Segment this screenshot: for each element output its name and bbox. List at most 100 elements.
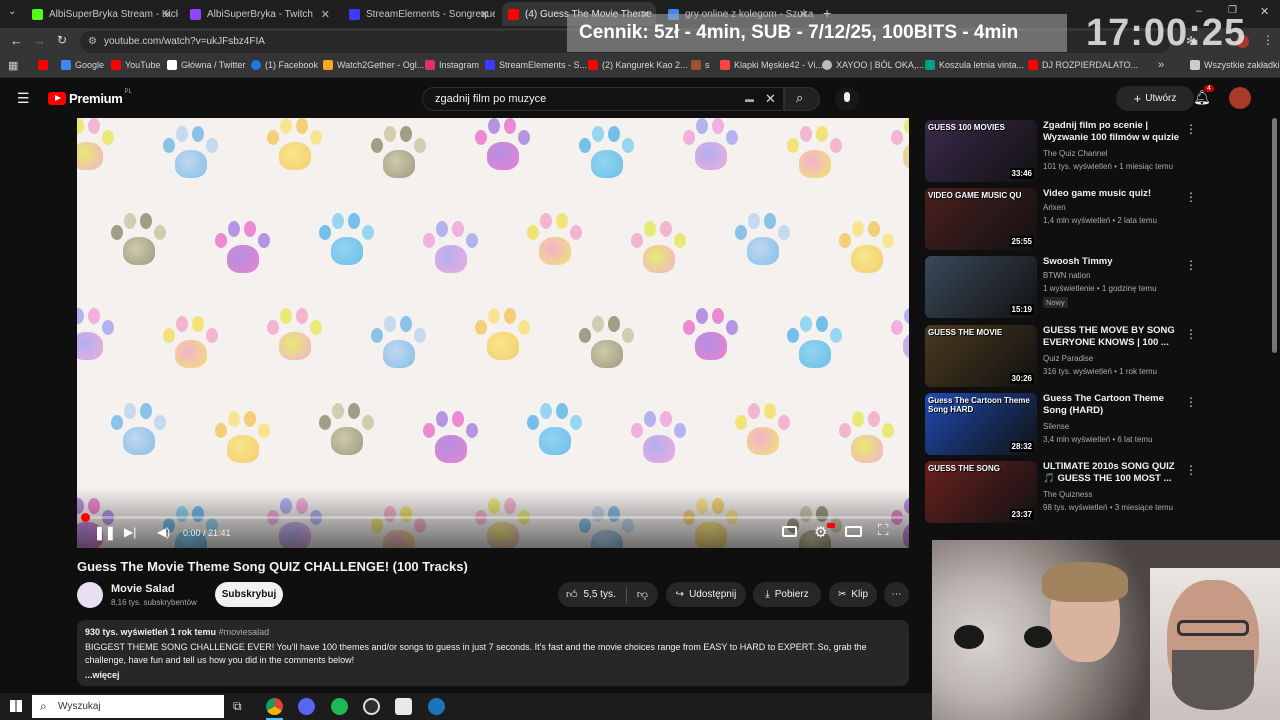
bookmark-dj[interactable]: DJ ROZPIERDALATO... [1028,60,1138,70]
recommendation-channel[interactable]: BTWN nation [1043,271,1091,280]
recommendation-title[interactable]: GUESS THE MOVE BY SONG EVERYONE KNOWS | … [1043,325,1183,349]
channel-name[interactable]: Movie Salad [111,583,175,595]
dislike-button[interactable]: 👎︎ [637,588,648,601]
more-vert-icon[interactable]: ⋮ [1185,327,1197,341]
apps-grid-icon[interactable]: ▦ [8,59,18,72]
recommendation-item[interactable]: VIDEO GAME MUSIC QU 25:55 Video game music… [925,188,1215,252]
tab-search-chevron-icon[interactable]: ⌄ [8,6,16,17]
bookmark-koszula[interactable]: Koszula letnia vinta... [925,60,1024,70]
reload-icon[interactable]: ↻ [57,33,67,47]
tab-twitch[interactable]: AlbiSuperBryka - Twitch ✕ [184,2,336,26]
show-more-link[interactable]: ...więcej [85,669,901,682]
recommendation-title[interactable]: ULTIMATE 2010s SONG QUIZ 🎵 GUESS THE 100… [1043,461,1183,485]
voice-search-button[interactable] [835,87,859,111]
menu-kebab-icon[interactable]: ⋮ [1262,33,1274,47]
back-arrow-icon[interactable]: ← [10,33,23,48]
recommendation-item[interactable]: Guess The Cartoon Theme Song HARD 28:32 Gu… [925,393,1215,457]
bookmark-kangurek[interactable]: (2) Kangurek Kao 2... [588,60,688,70]
recommendation-channel[interactable]: Silense [1043,422,1069,431]
shield-app-icon[interactable] [395,698,412,715]
obs-icon[interactable] [363,698,380,715]
close-tab-icon[interactable]: ✕ [321,8,330,21]
subscribe-button[interactable]: Subskrybuj [215,582,283,607]
theater-mode-icon[interactable] [845,526,862,537]
bookmark-streamelements[interactable]: StreamElements - S... [485,60,587,70]
sidebar-scrollbar[interactable] [1272,118,1277,353]
video-player[interactable] [77,118,909,548]
spotify-icon[interactable] [331,698,348,715]
more-vert-icon[interactable]: ⋮ [1185,122,1197,136]
bookmark-xayoo[interactable]: XAYOO | BÓL OKA,... [822,60,924,70]
notifications-button[interactable]: 🔔︎ 4 [1193,85,1214,107]
bookmark-facebook[interactable]: (1) Facebook [251,60,318,70]
recommendation-title[interactable]: Swoosh Timmy [1043,256,1183,268]
youtube-premium-logo[interactable]: Premium PL [48,89,132,106]
more-vert-icon[interactable]: ⋮ [1185,190,1197,204]
bookmark-s[interactable]: s [691,60,710,70]
bookmark-watch2gether[interactable]: Watch2Gether - Ogl... [323,60,424,70]
tab-kick[interactable]: AlbiSuperBryka Stream - Kick D ✕ [26,2,178,26]
pause-icon[interactable]: ❚❚ [94,525,116,541]
channel-avatar[interactable] [77,582,103,608]
progress-bar[interactable] [83,516,903,519]
bookmark-google[interactable]: Google [61,60,104,70]
more-bookmarks-chevron-icon[interactable]: » [1158,59,1164,71]
recommendation-item[interactable]: GUESS 100 MOVIES 33:46 Zgadnij film po sce… [925,120,1215,184]
forward-arrow-icon[interactable]: → [33,33,46,48]
close-tab-icon[interactable]: ✕ [163,8,172,21]
recommendation-channel[interactable]: The Quizness [1043,490,1092,499]
clip-button[interactable]: ✂ Klip [829,582,877,607]
steam-icon[interactable] [428,698,445,715]
windows-start-icon[interactable] [10,700,22,712]
discord-icon[interactable] [298,698,315,715]
hashtag-link[interactable]: #moviesalad [219,627,270,637]
description-box[interactable]: 930 tys. wyświetleń 1 rok temu #moviesal… [77,620,909,686]
bookmark-twitter[interactable]: Główna / Twitter [167,60,245,70]
more-vert-icon[interactable]: ⋮ [1185,258,1197,272]
progress-scrubber[interactable] [81,513,90,522]
close-tab-icon[interactable]: ✕ [480,8,489,21]
video-thumbnail[interactable]: 15:19 [925,256,1037,318]
like-button[interactable]: 👍︎ 5,5 tys. [558,588,616,601]
bookmark-klapki[interactable]: Klapki Męskie42 - Vi... [720,60,823,70]
close-window-icon[interactable]: ✕ [1260,5,1269,18]
search-button[interactable]: ⌕ [784,87,820,111]
recommendation-channel[interactable]: The Quiz Channel [1043,149,1107,158]
recommendation-channel[interactable]: Quiz Paradise [1043,354,1093,363]
recommendation-channel[interactable]: Arixen [1043,203,1066,212]
more-vert-icon[interactable]: ⋮ [1185,463,1197,477]
share-button[interactable]: ↪ Udostępnij [666,582,746,607]
recommendation-item[interactable]: GUESS THE SONG 23:37 ULTIMATE 2010s SONG Q… [925,461,1215,525]
recommendation-title[interactable]: Video game music quiz! [1043,188,1183,200]
bookmark-youtube[interactable]: YouTube [111,60,160,70]
keyboard-icon[interactable]: ▬ [745,88,754,110]
recommendation-item[interactable]: GUESS THE MOVIE 30:26 GUESS THE MOVE BY SO… [925,325,1215,389]
video-thumbnail[interactable]: GUESS THE MOVIE 30:26 [925,325,1037,387]
video-thumbnail[interactable]: GUESS 100 MOVIES 33:46 [925,120,1037,182]
task-view-icon[interactable]: ⧉ [233,699,242,714]
create-button[interactable]: + Utwórz [1116,86,1194,111]
settings-gear-icon[interactable]: ⚙ [814,523,827,541]
bookmark-all[interactable]: Wszystkie zakładki [1190,60,1280,70]
bookmark-instagram[interactable]: Instagram [425,60,479,70]
chrome-icon[interactable] [266,698,283,715]
video-thumbnail[interactable]: VIDEO GAME MUSIC QU 25:55 [925,188,1037,250]
video-thumbnail[interactable]: Guess The Cartoon Theme Song HARD 28:32 [925,393,1037,455]
next-icon[interactable]: ▶︎| [124,525,136,539]
taskbar-search-input[interactable]: ⌕ Wyszukaj [32,695,224,718]
volume-icon[interactable]: ◀︎) [157,525,170,539]
recommendation-title[interactable]: Guess The Cartoon Theme Song (HARD) [1043,393,1183,417]
subtitles-icon[interactable] [782,526,797,537]
search-input[interactable]: zgadnij film po muzyce ▬ ✕ [422,87,784,111]
hamburger-menu-icon[interactable]: ☰ [17,90,30,107]
account-avatar[interactable] [1229,87,1251,109]
tab-streamelements[interactable]: StreamElements - Songrequest ✕ [343,2,495,26]
download-button[interactable]: ⤓ Pobierz [753,582,821,607]
video-thumbnail[interactable]: GUESS THE SONG 23:37 [925,461,1037,523]
fullscreen-icon[interactable]: ⛶ [878,522,889,539]
site-info-icon[interactable]: ⚙ [88,31,97,53]
recommendation-title[interactable]: Zgadnij film po scenie | Wyzwanie 100 fi… [1043,120,1183,144]
more-vert-icon[interactable]: ⋮ [1185,395,1197,409]
more-actions-button[interactable]: ⋯ [884,582,909,607]
recommendation-item[interactable]: 15:19 Swoosh Timmy BTWN nation 1 wyświetlen… [925,256,1215,320]
